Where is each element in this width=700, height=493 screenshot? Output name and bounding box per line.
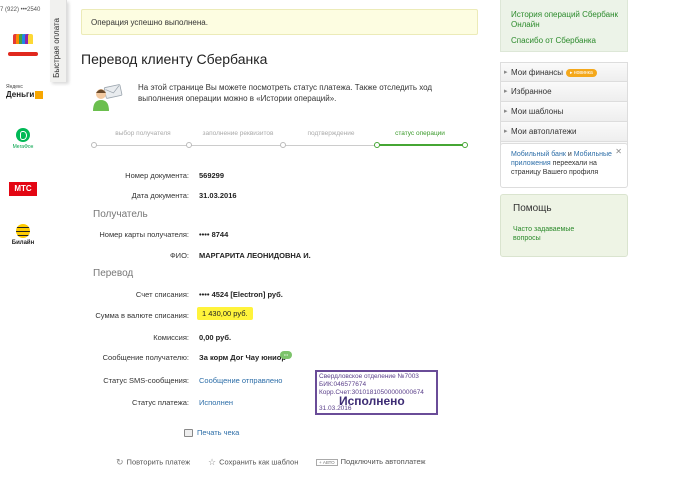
red-logo[interactable] — [4, 52, 42, 58]
megafon-logo[interactable]: МегаФон — [4, 128, 42, 150]
printer-icon — [184, 429, 193, 438]
repeat-icon: ↻ — [116, 457, 124, 467]
sidebar-item-finances[interactable]: ▸ Мои финансы ▸ новинка — [500, 62, 628, 82]
promo-and-text: и — [565, 151, 574, 158]
autopay-button[interactable]: + АВТО Подключить автоплатеж — [316, 457, 426, 466]
amount-value: 1 430,00 руб. — [197, 307, 253, 320]
yandex-money-logo[interactable]: Яндекс Деньги — [6, 84, 44, 99]
page-title: Перевод клиенту Сбербанка — [81, 51, 268, 67]
history-link[interactable]: История операций Сбербанк Онлайн — [511, 10, 623, 30]
commission-label: Комиссия: — [153, 333, 189, 342]
beeline-logo[interactable]: Билайн — [4, 224, 42, 246]
sidebar-item-label: Мои шаблоны — [511, 107, 564, 116]
message-value: За корм Дог Чау юниор — [199, 353, 286, 362]
stamp-bik: БИК:046577674 — [319, 381, 367, 388]
close-icon[interactable]: ✕ — [615, 147, 622, 156]
step-label-recipient: выбор получателя — [115, 130, 171, 137]
save-template-button[interactable]: ☆ Сохранить как шаблон — [208, 457, 298, 468]
stamp-status: Исполнено — [339, 394, 405, 408]
success-message: Операция успешно выполнена. — [91, 18, 208, 27]
mts-logo-text: МТС — [9, 182, 37, 196]
transfer-section-title: Перевод — [93, 268, 134, 279]
sidebar-item-label: Избранное — [511, 87, 552, 96]
quick-pay-tab[interactable]: Быстрая оплата — [50, 0, 67, 82]
mobile-bank-link[interactable]: Мобильный банк — [511, 151, 566, 158]
repeat-payment-button[interactable]: ↻ Повторить платеж — [116, 457, 190, 468]
sidebar-menu: ▸ Мои финансы ▸ новинка ▸ Избранное ▸ Мои ша… — [500, 62, 628, 152]
quick-pay-tab-label: Быстрая оплата — [52, 18, 61, 78]
arrow-right-icon: ▸ — [504, 88, 508, 95]
chat-bubble-icon[interactable]: ••• — [280, 351, 292, 359]
sidebar-item-autopayments[interactable]: ▸ Мои автоплатежи — [500, 122, 628, 142]
message-label: Сообщение получателю: — [102, 353, 189, 362]
account-value: •••• 4524 [Electron] руб. — [199, 290, 283, 299]
repeat-payment-label: Повторить платеж — [126, 457, 191, 467]
document-date-label: Дата документа: — [131, 191, 189, 200]
step-dot-3 — [374, 142, 380, 148]
document-date-value: 31.03.2016 — [199, 191, 237, 200]
print-receipt-label: Печать чека — [197, 428, 240, 437]
sidebar-item-favorites[interactable]: ▸ Избранное — [500, 82, 628, 102]
intro-text: На этой странице Вы можете посмотреть ст… — [138, 83, 433, 103]
beeline-logo-text: Билайн — [11, 240, 35, 246]
step-label-details: заполнение реквизитов — [202, 130, 274, 137]
commission-value: 0,00 руб. — [199, 333, 232, 342]
print-receipt-link[interactable]: Печать чека — [184, 428, 240, 438]
step-dot-1 — [186, 142, 192, 148]
progress-steps: выбор получателя заполнение реквизитов п… — [91, 130, 468, 154]
recipient-section-title: Получатель — [93, 209, 148, 220]
faq-link[interactable]: Часто задаваемые вопросы — [513, 225, 593, 243]
yandex-logo-big-text: Деньги — [6, 90, 35, 99]
sidebar-item-templates[interactable]: ▸ Мои шаблоны — [500, 102, 628, 122]
amount-label: Сумма в валюте списания: — [95, 311, 189, 320]
success-banner: Операция успешно выполнена. — [81, 9, 478, 35]
document-number-label: Номер документа: — [125, 171, 189, 180]
star-icon: ☆ — [208, 457, 217, 467]
document-number-value: 569299 — [199, 171, 225, 180]
step-dot-start — [91, 142, 97, 148]
mts-logo[interactable]: МТС — [4, 182, 42, 196]
arrow-right-icon: ▸ — [504, 69, 508, 76]
sms-status-label: Статус SMS-сообщения: — [103, 376, 189, 385]
action-bar: ↻ Повторить платеж ☆ Сохранить как шаблон … — [116, 457, 446, 471]
left-logo-strip: 7 (922) •••2540 Яндекс Деньги МегаФон МТ… — [0, 0, 48, 493]
arrow-right-icon: ▸ — [504, 128, 508, 135]
step-dot-2 — [280, 142, 286, 148]
payment-status-label: Статус платежа: — [132, 398, 189, 407]
help-title: Помощь — [513, 203, 552, 214]
step-label-confirm: подтверждение — [307, 130, 355, 137]
autopay-label: Подключить автоплатеж — [340, 457, 426, 466]
sidebar-item-label: Мои автоплатежи — [511, 127, 577, 136]
card-number-label: Номер карты получателя: — [99, 230, 189, 239]
sidebar-item-label: Мои финансы — [511, 68, 563, 77]
help-panel: Помощь Часто задаваемые вопросы — [500, 194, 628, 257]
megafon-logo-text: МегаФон — [12, 144, 34, 150]
card-number-value: •••• 8744 — [199, 230, 229, 239]
recipient-name-label: ФИО: — [169, 251, 189, 260]
bank-stamp: Свердловское отделение №7003 БИК:0465776… — [315, 370, 438, 415]
mobile-bank-promo: ✕ Мобильный банк и Мобильные приложения … — [500, 143, 628, 188]
payment-status-value[interactable]: Исполнен — [199, 398, 233, 407]
new-badge: ▸ новинка — [565, 68, 597, 77]
thanks-link[interactable]: Спасибо от Сбербанка — [511, 36, 623, 46]
account-label: Счет списания: — [135, 290, 189, 299]
stamp-date: 31.03.2016 — [319, 405, 352, 412]
auto-badge: + АВТО — [316, 458, 338, 466]
step-dot-end — [462, 142, 468, 148]
recipient-name-value: МАРГАРИТА ЛЕОНИДОВНА И. — [199, 251, 311, 260]
kids-charity-logo[interactable] — [4, 34, 42, 48]
phone-number: 7 (922) •••2540 — [0, 7, 41, 13]
step-label-status: статус операции — [395, 130, 445, 137]
person-document-icon — [93, 84, 123, 111]
sms-status-value[interactable]: Сообщение отправлено — [199, 376, 282, 385]
arrow-right-icon: ▸ — [504, 108, 508, 115]
sidebar-links-panel: История операций Сбербанк Онлайн Спасибо… — [500, 0, 628, 52]
stamp-branch: Свердловское отделение №7003 — [319, 373, 419, 380]
save-template-label: Сохранить как шаблон — [219, 457, 299, 467]
